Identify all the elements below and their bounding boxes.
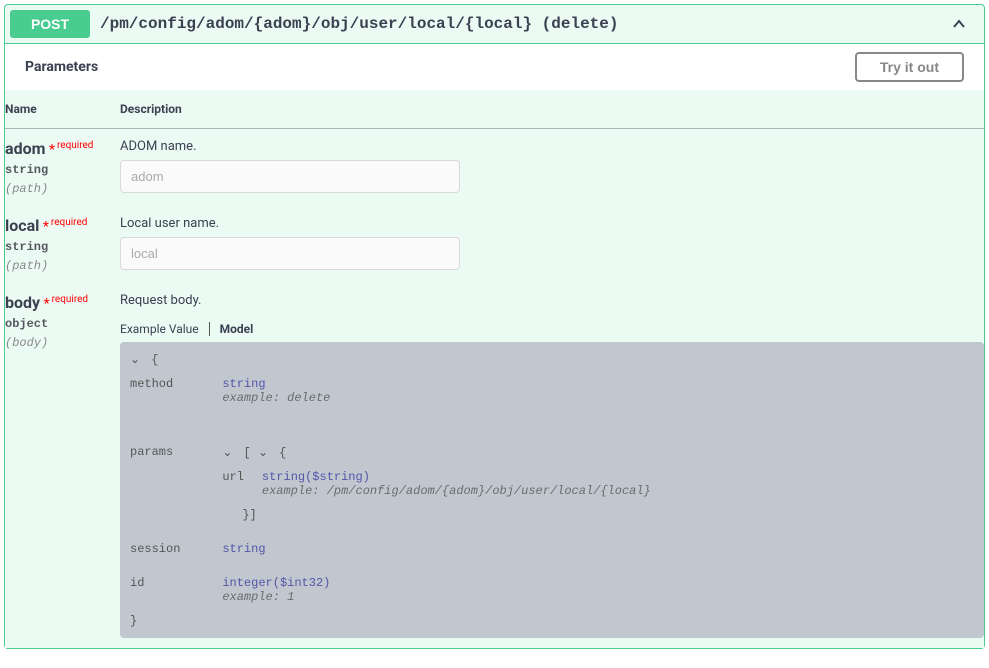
body-tabs: Example Value Model xyxy=(120,314,984,336)
model-key-method: method xyxy=(130,367,222,415)
chevron-up-icon[interactable] xyxy=(949,14,969,34)
array-open: [ xyxy=(244,446,251,460)
model-key-params: params xyxy=(130,435,222,532)
parameters-header: Parameters Try it out xyxy=(5,44,984,90)
http-method-badge: POST xyxy=(10,10,90,38)
parameters-title: Parameters xyxy=(25,59,855,75)
param-type: string xyxy=(5,158,120,182)
model-key-id: id xyxy=(130,566,222,614)
column-header-description: Description xyxy=(120,90,984,129)
param-name-local: local xyxy=(5,216,39,235)
model-type: string xyxy=(222,542,265,556)
model-schema-box: ⌄ { method string example: delete xyxy=(120,342,984,638)
tab-example-value[interactable]: Example Value xyxy=(120,322,210,336)
chevron-down-icon[interactable]: ⌄ xyxy=(222,445,232,460)
parameter-row: adom *required string (path) ADOM name. xyxy=(5,129,984,207)
required-star: * xyxy=(40,296,50,312)
model-type: string($string) xyxy=(262,470,370,484)
column-header-name: Name xyxy=(5,90,120,129)
model-example: example: delete xyxy=(222,391,330,405)
param-in: (body) xyxy=(5,336,120,350)
param-in: (path) xyxy=(5,259,120,273)
param-description: Local user name. xyxy=(120,216,984,231)
model-type: string xyxy=(222,377,265,391)
param-name-adom: adom xyxy=(5,139,45,158)
parameters-table: Name Description adom *required string (… xyxy=(5,90,984,648)
required-label: required xyxy=(50,294,88,305)
try-it-out-button[interactable]: Try it out xyxy=(855,52,964,82)
operation-block: POST /pm/config/adom/{adom}/obj/user/loc… xyxy=(4,4,985,649)
param-description: Request body. xyxy=(120,293,984,308)
local-input[interactable] xyxy=(120,237,460,270)
item-open: { xyxy=(279,446,286,460)
operation-summary-row[interactable]: POST /pm/config/adom/{adom}/obj/user/loc… xyxy=(5,5,984,44)
array-close: }] xyxy=(242,508,256,522)
endpoint-path: /pm/config/adom/{adom}/obj/user/local/{l… xyxy=(90,15,949,33)
model-example: example: /pm/config/adom/{adom}/obj/user… xyxy=(262,484,651,498)
param-in: (path) xyxy=(5,182,120,196)
required-label: required xyxy=(55,140,93,151)
required-label: required xyxy=(49,217,87,228)
chevron-down-icon[interactable]: ⌄ xyxy=(258,445,268,460)
operation-body: Parameters Try it out Name Description a… xyxy=(5,44,984,648)
required-star: * xyxy=(39,219,49,235)
parameter-row: body *required object (body) Request bod… xyxy=(5,283,984,648)
adom-input[interactable] xyxy=(120,160,460,193)
close-brace: } xyxy=(130,614,137,628)
param-description: ADOM name. xyxy=(120,139,984,154)
model-example: example: 1 xyxy=(222,590,294,604)
tab-model[interactable]: Model xyxy=(210,322,264,336)
model-type: integer($int32) xyxy=(222,576,330,590)
open-brace: { xyxy=(151,353,158,367)
chevron-down-icon[interactable]: ⌄ xyxy=(130,352,140,367)
model-key-session: session xyxy=(130,532,222,566)
param-type: object xyxy=(5,312,120,336)
model-key-url: url xyxy=(222,460,262,508)
param-type: string xyxy=(5,235,120,259)
parameter-row: local *required string (path) Local user… xyxy=(5,206,984,283)
required-star: * xyxy=(45,142,55,158)
param-name-body: body xyxy=(5,293,40,312)
